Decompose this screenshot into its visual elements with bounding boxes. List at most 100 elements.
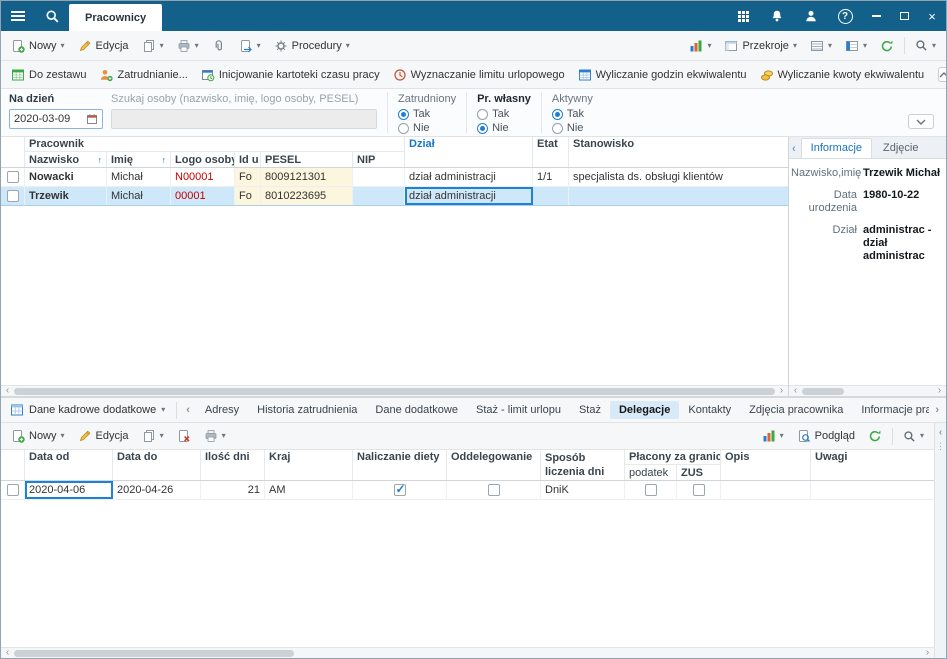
procedures-button[interactable]: Procedury ▾ (268, 36, 356, 56)
aktywny-nie-option[interactable]: Nie (551, 122, 593, 134)
row-checkbox[interactable] (6, 190, 19, 202)
table-row-selected[interactable]: Trzewik Michał 00001 Fo 8010223695 dział… (1, 187, 788, 206)
tab-pracownicy[interactable]: Pracownicy (69, 4, 163, 31)
collapse-panel-handle[interactable]: ‹ (791, 143, 799, 158)
cell-pesel[interactable]: 8009121301 (261, 168, 353, 186)
cell-data-od-focused[interactable]: 2020-04-06 (25, 481, 113, 499)
cell-opis[interactable] (721, 481, 811, 499)
apps-menu-button[interactable] (726, 1, 760, 31)
kwoty-ekwiwalentu-button[interactable]: Wyliczanie kwoty ekwiwalentu (754, 65, 931, 85)
column-header-uwagi[interactable]: Uwagi (811, 450, 934, 480)
scroll-right-icon[interactable]: › (923, 648, 932, 658)
column-header-oddelegowanie[interactable]: Oddelegowanie (447, 450, 541, 480)
export-button[interactable]: ▾ (233, 36, 267, 56)
refresh-button[interactable] (874, 36, 900, 56)
column-header-data-do[interactable]: Data do (113, 450, 201, 480)
cell-nip[interactable] (353, 168, 405, 186)
zatrudniony-nie-option[interactable]: Nie (398, 122, 456, 134)
cell-id[interactable]: Fo (235, 187, 261, 205)
tab-zdjecia-pracownika[interactable]: Zdjęcia pracownika (740, 401, 852, 419)
person-search-input[interactable] (111, 109, 377, 129)
column-header-data-od[interactable]: Data od (25, 450, 113, 480)
naliczanie-diety-checkbox[interactable] (393, 482, 406, 496)
zus-checkbox[interactable] (692, 484, 705, 496)
column-header-placony-za-granica[interactable]: Płacony za granicą (625, 450, 721, 465)
zatrudniony-tak-option[interactable]: Tak (398, 108, 456, 120)
row-checkbox[interactable] (6, 484, 19, 496)
chart-button[interactable]: ▾ (756, 426, 790, 446)
cell-imie[interactable]: Michał (107, 187, 171, 205)
notifications-button[interactable] (760, 1, 794, 31)
cell-sposob-liczenia[interactable]: DniK (541, 481, 625, 499)
cell-nazwisko[interactable]: Nowacki (25, 168, 107, 186)
column-header-nazwisko[interactable]: Nazwisko ↑ (25, 152, 107, 167)
tab-adresy[interactable]: Adresy (196, 401, 248, 419)
scroll-left-icon[interactable]: ‹ (791, 386, 800, 396)
column-header-stanowisko[interactable]: Stanowisko (569, 137, 788, 167)
cell-nip[interactable] (353, 187, 405, 205)
przekroje-button[interactable]: Przekroje ▾ (718, 36, 802, 56)
edit-button[interactable]: Edycja (72, 426, 135, 446)
na-dzien-input[interactable]: 2020-03-09 (9, 109, 103, 129)
hscrollbar-thumb[interactable] (14, 649, 294, 657)
quick-search-button[interactable]: ▾ (897, 427, 930, 446)
tab-historia-zatrudnienia[interactable]: Historia zatrudnienia (248, 401, 366, 419)
chart-button[interactable]: ▾ (683, 36, 717, 56)
column-header-logo-osoby[interactable]: Logo osoby (171, 152, 235, 167)
column-header-opis[interactable]: Opis (721, 450, 811, 480)
column-header-dzial[interactable]: Dział (405, 137, 533, 167)
minimize-button[interactable] (862, 1, 890, 31)
column-header-pracownik[interactable]: Pracownik (25, 137, 405, 152)
column-header-ilosc-dni[interactable]: Ilość dni (201, 450, 265, 480)
tab-informacje-pracownika[interactable]: Informacje pracow (852, 401, 929, 419)
layout-button[interactable]: ▾ (839, 36, 873, 56)
podatek-checkbox[interactable] (644, 484, 657, 496)
pr-wlasny-tak-option[interactable]: Tak (477, 108, 531, 120)
cell-nazwisko[interactable]: Trzewik (25, 187, 107, 205)
close-button[interactable]: × (918, 1, 946, 31)
cell-id[interactable]: Fo (235, 168, 261, 186)
cell-dzial[interactable]: dział administracji (405, 168, 533, 186)
main-menu-button[interactable] (1, 1, 35, 31)
scroll-right-icon[interactable]: › (777, 386, 786, 396)
aktywny-tak-option[interactable]: Tak (551, 108, 593, 120)
collapse-panel-handle[interactable]: ‹ (939, 427, 942, 438)
scroll-left-icon[interactable]: ‹ (3, 648, 12, 658)
cell-logo-osoby[interactable]: 00001 (171, 187, 235, 205)
column-header-podatek[interactable]: podatek (625, 465, 677, 480)
column-header-zus[interactable]: ZUS (677, 465, 721, 480)
user-button[interactable] (794, 1, 828, 31)
hscrollbar-thumb[interactable] (14, 387, 775, 395)
cell-etat[interactable] (533, 187, 569, 205)
scroll-right-icon[interactable]: › (935, 386, 944, 396)
attachments-button[interactable] (206, 36, 232, 56)
new-button[interactable]: Nowy ▾ (5, 36, 71, 56)
zatrudnianie-button[interactable]: Zatrudnianie... (93, 65, 193, 85)
help-button[interactable]: ? (828, 1, 862, 31)
print-button[interactable]: ▾ (198, 426, 232, 446)
drag-dots-icon[interactable]: ⋮ (936, 441, 945, 452)
collapse-toolbar-button[interactable] (938, 67, 946, 82)
row-checkbox[interactable] (6, 171, 19, 183)
tab-dane-dodatkowe[interactable]: Dane dodatkowe (366, 401, 467, 419)
cell-data-do[interactable]: 2020-04-26 (113, 481, 201, 499)
global-search-button[interactable] (35, 1, 69, 31)
column-header-nip[interactable]: NIP (353, 152, 405, 167)
tab-kontakty[interactable]: Kontakty (679, 401, 740, 419)
cell-logo-osoby[interactable]: N00001 (171, 168, 235, 186)
oddelegowanie-checkbox[interactable] (487, 484, 500, 496)
views-button[interactable]: ▾ (804, 36, 838, 56)
column-header-etat[interactable]: Etat (533, 137, 569, 167)
column-header-sposob-liczenia[interactable]: Sposób liczenia dni (541, 450, 625, 480)
column-header-id[interactable]: Id u (235, 152, 261, 167)
column-header-imie[interactable]: Imię ↑ (107, 152, 171, 167)
child-view-selector[interactable]: Dane kadrowe dodatkowe ▾ (5, 401, 170, 419)
copy-button[interactable]: ▾ (136, 426, 170, 446)
preview-button[interactable]: Podgląd (791, 426, 861, 446)
print-button[interactable]: ▾ (171, 36, 205, 56)
godziny-ekwiwalentu-button[interactable]: Wyliczanie godzin ekwiwalentu (572, 65, 753, 85)
tab-zdjecie[interactable]: Zdjęcie (874, 139, 927, 158)
new-button[interactable]: Nowy ▾ (5, 426, 71, 446)
cell-dzial-focused[interactable]: dział administracji (405, 187, 533, 205)
hscrollbar-thumb[interactable] (802, 387, 844, 395)
